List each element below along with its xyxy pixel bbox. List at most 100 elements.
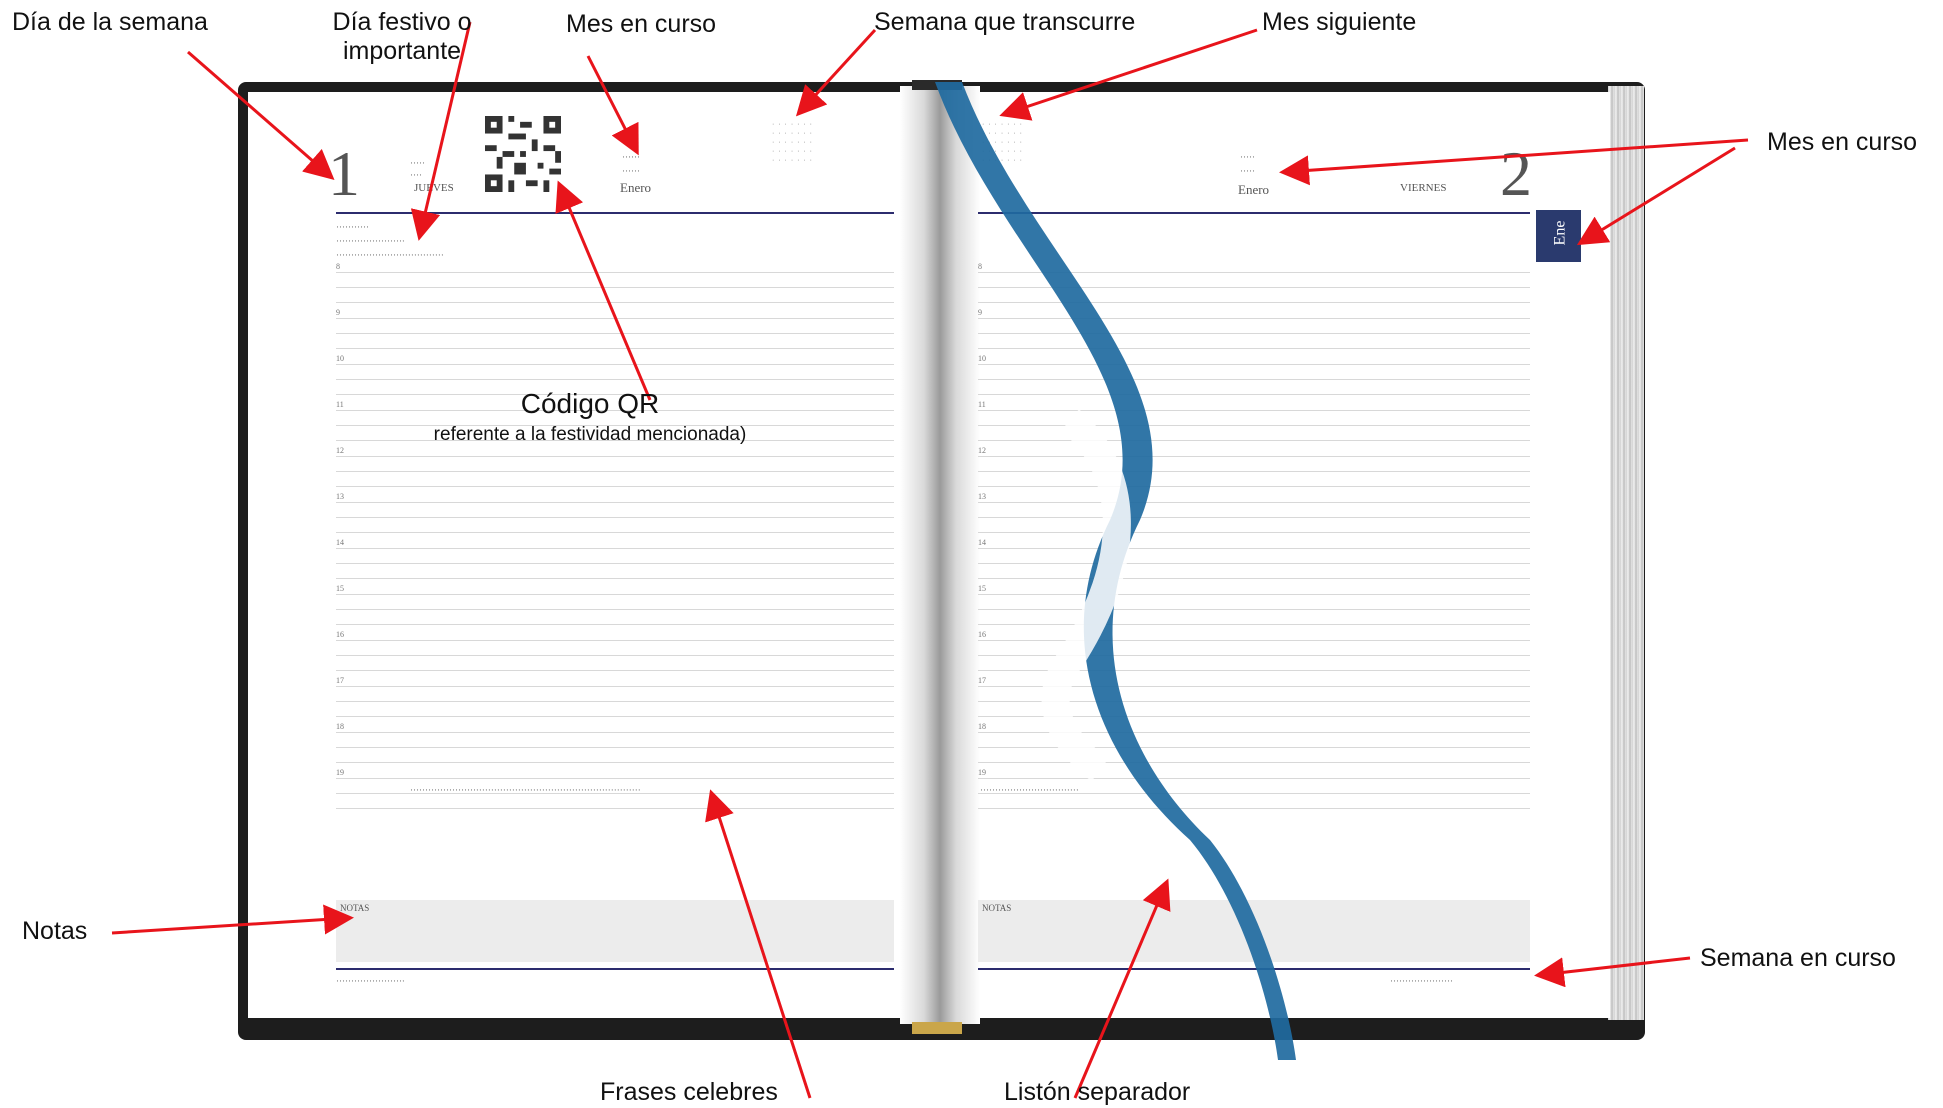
left-day-name: JUEVES bbox=[414, 182, 454, 194]
ruled-line bbox=[336, 808, 894, 809]
hour-label: 9 bbox=[978, 308, 982, 317]
left-small-text: ····· bbox=[410, 158, 425, 168]
hour-label: 16 bbox=[978, 630, 986, 639]
label-mes-en-curso-right: Mes en curso bbox=[1767, 128, 1918, 156]
ruled-line bbox=[978, 594, 1530, 595]
label-liston-separador: Listón separador bbox=[1004, 1078, 1191, 1106]
hour-label: 18 bbox=[978, 722, 986, 731]
ruled-line bbox=[978, 333, 1530, 334]
right-day-number: 2 bbox=[1500, 138, 1532, 209]
ruled-line bbox=[336, 563, 894, 564]
ruled-line bbox=[978, 686, 1530, 687]
left-day-number: 1 bbox=[328, 138, 360, 209]
book-gutter bbox=[900, 86, 980, 1024]
ruled-line bbox=[336, 471, 894, 472]
ruled-line bbox=[336, 348, 894, 349]
ruled-line bbox=[336, 272, 894, 273]
ruled-line bbox=[978, 624, 1530, 625]
ruled-line bbox=[978, 364, 1530, 365]
right-page bbox=[952, 92, 1610, 1018]
ruled-line bbox=[336, 624, 894, 625]
left-notes-label: NOTAS bbox=[340, 903, 370, 913]
ruled-line bbox=[336, 364, 894, 365]
hour-label: 12 bbox=[336, 446, 344, 455]
right-day-name: VIERNES bbox=[1400, 182, 1447, 194]
hour-label: 15 bbox=[336, 584, 344, 593]
ruled-line bbox=[336, 517, 894, 518]
ruled-line bbox=[336, 686, 894, 687]
hour-label: 19 bbox=[978, 768, 986, 777]
label-dia-festivo-line1: Día festivo o bbox=[332, 8, 472, 36]
month-tab-label: Ene bbox=[1551, 220, 1569, 246]
ruled-line bbox=[978, 272, 1530, 273]
hour-label: 14 bbox=[336, 538, 344, 547]
hour-label: 16 bbox=[336, 630, 344, 639]
left-holiday-text-2: ······················· bbox=[336, 236, 405, 246]
label-dia-semana: Día de la semana bbox=[12, 8, 208, 36]
ruled-line bbox=[336, 670, 894, 671]
left-mini-calendar: · · · · · · · · · · · · · · · · · · · · … bbox=[772, 121, 813, 164]
right-mini-calendar: · · · · · · · · · · · · · · · · · · · · … bbox=[982, 121, 1023, 164]
ruled-line bbox=[978, 655, 1530, 656]
ruled-line bbox=[978, 410, 1530, 411]
ruled-line bbox=[978, 471, 1530, 472]
ruled-line bbox=[978, 456, 1530, 457]
ruled-line bbox=[336, 502, 894, 503]
right-footer-rule bbox=[978, 968, 1530, 970]
ruled-line bbox=[978, 609, 1530, 610]
hour-label: 10 bbox=[336, 354, 344, 363]
left-holiday-text-3: ···································· bbox=[336, 250, 444, 260]
left-month: Enero bbox=[620, 180, 652, 195]
left-notes-box: NOTAS bbox=[336, 900, 894, 962]
ruled-line bbox=[978, 716, 1530, 717]
label-dia-festivo: Día festivo o importante bbox=[322, 8, 482, 66]
right-header-rule bbox=[978, 212, 1530, 214]
ruled-line bbox=[336, 640, 894, 641]
ruled-line bbox=[336, 655, 894, 656]
ruled-line bbox=[336, 532, 894, 533]
hour-label: 11 bbox=[336, 400, 344, 409]
right-month-small-2: ····· bbox=[1240, 166, 1255, 176]
qr-code bbox=[484, 116, 562, 192]
right-month-small-1: ····· bbox=[1240, 152, 1255, 162]
ruled-line bbox=[978, 517, 1530, 518]
ruled-line bbox=[336, 318, 894, 319]
right-notes-label: NOTAS bbox=[982, 903, 1012, 913]
ruled-line bbox=[978, 394, 1530, 395]
hour-label: 10 bbox=[978, 354, 986, 363]
ruled-line bbox=[978, 563, 1530, 564]
left-week-text: ······················· bbox=[336, 976, 405, 986]
left-quote: ········································… bbox=[410, 785, 641, 795]
ruled-line bbox=[978, 302, 1530, 303]
ruled-line bbox=[336, 762, 894, 763]
ruled-line bbox=[336, 456, 894, 457]
label-mes-en-curso-top: Mes en curso bbox=[566, 10, 717, 38]
spine-bottom bbox=[912, 1022, 962, 1034]
left-month-small-1: ······ bbox=[622, 152, 640, 162]
month-tab[interactable]: Ene bbox=[1536, 210, 1581, 262]
ruled-line bbox=[978, 732, 1530, 733]
hour-label: 11 bbox=[978, 400, 986, 409]
left-month-small-2: ······ bbox=[622, 166, 640, 176]
hour-label: 14 bbox=[978, 538, 986, 547]
label-codigo-qr-title: Código QR bbox=[520, 388, 660, 419]
ruled-line bbox=[336, 287, 894, 288]
ruled-line bbox=[978, 701, 1530, 702]
ruled-line bbox=[978, 808, 1530, 809]
label-notas: Notas bbox=[22, 917, 88, 945]
ruled-line bbox=[336, 548, 894, 549]
hour-label: 18 bbox=[336, 722, 344, 731]
hour-label: 13 bbox=[336, 492, 344, 501]
ruled-line bbox=[336, 747, 894, 748]
left-footer-rule bbox=[336, 968, 894, 970]
ruled-line bbox=[336, 716, 894, 717]
left-holiday-text-1: ··········· bbox=[336, 222, 369, 232]
ruled-line bbox=[978, 640, 1530, 641]
label-codigo-qr: Código QR referente a la festividad menc… bbox=[400, 388, 780, 446]
ruled-line bbox=[336, 302, 894, 303]
ruled-line bbox=[336, 333, 894, 334]
right-quote: ································· bbox=[980, 785, 1079, 795]
label-codigo-qr-sub: referente a la festividad mencionada) bbox=[433, 424, 747, 445]
ruled-line bbox=[978, 318, 1530, 319]
ruled-line bbox=[336, 594, 894, 595]
